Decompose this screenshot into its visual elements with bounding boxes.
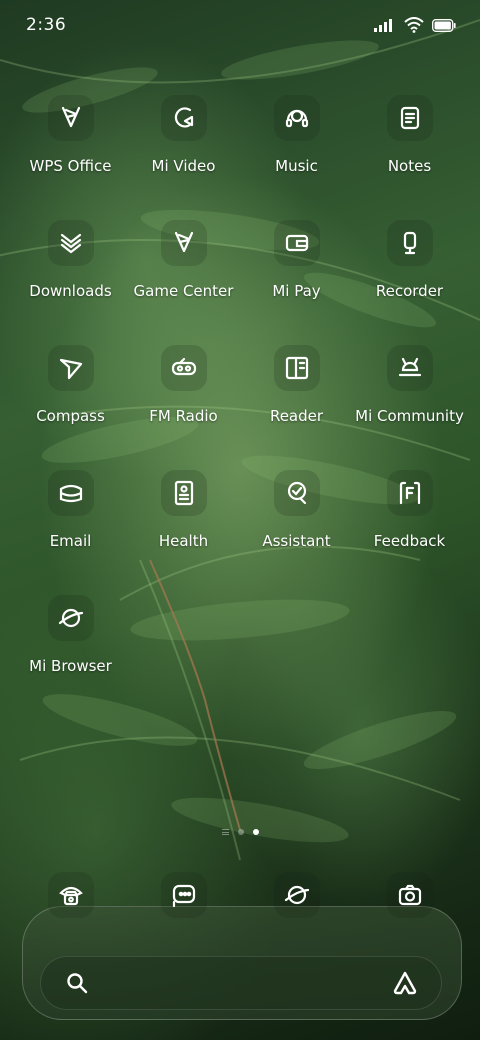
feedback-icon: [386, 470, 433, 516]
mi-pay-icon: [273, 220, 320, 266]
reader-icon: [273, 345, 320, 391]
app-feedback[interactable]: Feedback: [353, 470, 466, 558]
compass-icon: [47, 345, 94, 391]
app-mi-video[interactable]: Mi Video: [127, 95, 240, 183]
app-label: Compass: [36, 407, 105, 425]
app-label: FM Radio: [149, 407, 218, 425]
app-label: Music: [275, 157, 318, 175]
app-label: Downloads: [29, 282, 112, 300]
page-dot-active: [252, 829, 259, 835]
dock: [14, 872, 466, 918]
page-dot: [237, 829, 244, 835]
status-bar: 2:36: [0, 0, 480, 50]
app-reader[interactable]: Reader: [240, 345, 353, 433]
dock-messages[interactable]: [127, 872, 240, 918]
mi-community-icon: [386, 345, 433, 391]
app-mi-pay[interactable]: Mi Pay: [240, 220, 353, 308]
wps-office-icon: [47, 95, 94, 141]
status-time: 2:36: [26, 15, 67, 35]
wifi-icon: [404, 17, 424, 33]
dock-camera[interactable]: [353, 872, 466, 918]
app-label: Reader: [269, 407, 324, 425]
app-email[interactable]: Email: [14, 470, 127, 558]
app-label: Health: [158, 532, 209, 550]
dock-browser[interactable]: [240, 872, 353, 918]
mi-video-icon: [160, 95, 207, 141]
app-notes[interactable]: Notes: [353, 95, 466, 183]
signal-icon: [374, 19, 392, 32]
app-health[interactable]: Health: [127, 470, 240, 558]
app-label: Notes: [387, 157, 432, 175]
app-downloads[interactable]: Downloads: [14, 220, 127, 308]
battery-icon: [432, 18, 456, 32]
app-compass[interactable]: Compass: [14, 345, 127, 433]
status-icons: [374, 17, 456, 33]
app-mi-browser[interactable]: Mi Browser: [14, 595, 127, 683]
app-label: Game Center: [133, 282, 234, 300]
app-wps-office[interactable]: WPS Office: [14, 95, 127, 183]
app-label: Mi Community: [355, 407, 464, 425]
app-label: Mi Browser: [29, 657, 112, 675]
notes-icon: [386, 95, 433, 141]
app-music[interactable]: Music: [240, 95, 353, 183]
messages-icon: [160, 872, 207, 918]
email-icon: [47, 470, 94, 516]
page-indicator-list-icon: [221, 829, 229, 835]
search-bar[interactable]: [40, 956, 442, 1010]
app-game-center[interactable]: Game Center: [127, 220, 240, 308]
mi-browser-icon: [47, 595, 94, 641]
assistant-icon: [273, 470, 320, 516]
health-icon: [160, 470, 207, 516]
browser-icon: [273, 872, 320, 918]
app-label: Feedback: [373, 532, 446, 550]
app-label: Assistant: [262, 532, 331, 550]
app-vault-icon[interactable]: [389, 967, 421, 999]
phone-icon: [47, 872, 94, 918]
downloads-icon: [47, 220, 94, 266]
app-label: Mi Video: [151, 157, 216, 175]
page-indicator: [0, 829, 480, 835]
music-icon: [273, 95, 320, 141]
app-assistant[interactable]: Assistant: [240, 470, 353, 558]
app-label: Recorder: [375, 282, 444, 300]
fm-radio-icon: [160, 345, 207, 391]
app-mi-community[interactable]: Mi Community: [353, 345, 466, 433]
app-label: Mi Pay: [272, 282, 321, 300]
app-grid: WPS Office Mi Video Music Notes Download…: [14, 95, 466, 683]
camera-icon: [386, 872, 433, 918]
recorder-icon: [386, 220, 433, 266]
game-center-icon: [160, 220, 207, 266]
app-recorder[interactable]: Recorder: [353, 220, 466, 308]
app-label: Email: [49, 532, 92, 550]
app-fm-radio[interactable]: FM Radio: [127, 345, 240, 433]
dock-phone[interactable]: [14, 872, 127, 918]
app-label: WPS Office: [29, 157, 112, 175]
search-icon[interactable]: [61, 967, 93, 999]
